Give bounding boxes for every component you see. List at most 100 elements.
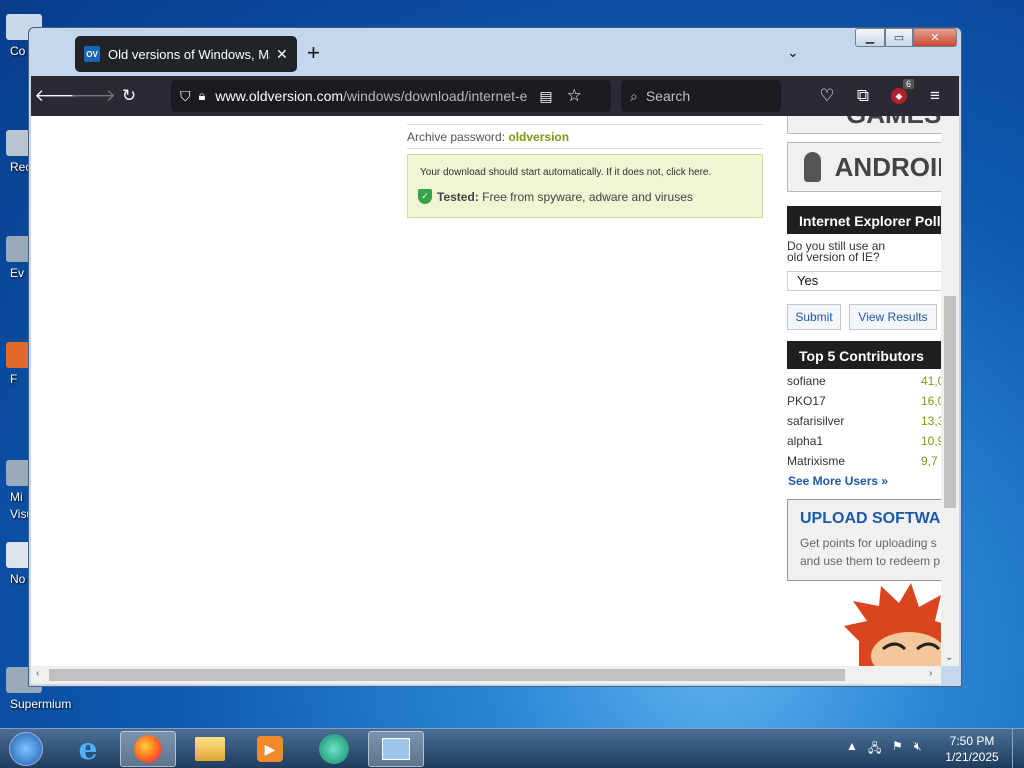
taskbar-internet-explorer[interactable]: e [60,731,116,767]
poll-title: Internet Explorer Poll [787,206,941,234]
taskbar-media-player[interactable]: ▶ [242,731,298,767]
clock[interactable]: 7:50 PM 1/21/2025 [944,733,1000,765]
pocket-icon[interactable]: ♡ [813,76,841,116]
bookmark-star-icon[interactable]: ☆ [567,86,582,106]
app-icon [319,734,349,764]
contributor-points: 41,0 [921,374,941,388]
windows-orb-icon [9,732,43,766]
action-center-flag-icon[interactable]: ⚑ [892,739,903,753]
new-tab-button[interactable]: + [307,42,320,64]
forward-arrow-icon[interactable]: 🡒 [70,76,116,116]
contributor-row: alpha1 10,9 [787,434,941,450]
taskbar-explorer[interactable] [182,731,238,767]
media-player-icon: ▶ [257,736,283,762]
vertical-scrollbar[interactable]: ⌄ [941,116,959,666]
folder-icon [195,737,225,761]
ublock-extension-icon[interactable]: ◆ 6 [885,76,915,116]
scroll-left-arrow-icon[interactable]: ‹ [36,668,39,679]
tested-line: ✓ Tested: Free from spyware, adware and … [418,189,693,204]
firefox-icon [134,735,162,763]
scroll-down-arrow-icon[interactable]: ⌄ [945,652,953,663]
search-box[interactable]: ⌕ Search [621,80,781,112]
contributor-name[interactable]: safarisilver [787,414,844,428]
download-message[interactable]: Your download should start automatically… [420,167,711,178]
upload-software-box[interactable]: UPLOAD SOFTWARE Get points for uploading… [787,499,941,581]
download-notice: Your download should start automatically… [407,154,763,218]
divider [407,124,763,125]
desktop-icon-label: Supermium [10,697,72,711]
archive-password: Archive password: oldversion [407,130,570,144]
submit-button[interactable]: Submit [787,304,841,330]
extensions-puzzle-icon[interactable]: ⧉ [849,76,877,116]
sidebar: GAMES ANDROID Internet Explorer Poll Do … [787,116,941,666]
see-more-users-link[interactable]: See More Users » [788,474,888,488]
contributor-row: PKO17 16,0 [787,394,941,410]
scroll-right-arrow-icon[interactable]: › [929,668,932,679]
desktop-icon-label: F [10,372,18,386]
contributor-name[interactable]: Matrixisme [787,454,845,468]
contributor-row: sofiane 41,0 [787,374,941,390]
browser-window: ▁ ▭ ✕ OV Old versions of Windows, Mac ✕ … [28,27,962,687]
tab-bar: OV Old versions of Windows, Mac ✕ + ⌄ [31,32,959,76]
contributor-points: 9,7 [921,454,938,468]
reader-view-icon[interactable]: ▤ [539,88,552,105]
navigation-toolbar: 🡐 🡒 ↻ ⛉ 🔒︎ www.oldversion.com/windows/do… [31,76,959,116]
contributor-name[interactable]: PKO17 [787,394,826,408]
poll-question: Do you still use an old version of IE? [787,239,886,264]
vertical-scrollbar-thumb[interactable] [944,296,956,508]
upload-title: UPLOAD SOFTWARE [800,510,941,527]
desktop-icon-label: No [10,572,26,586]
poll-option-yes[interactable]: Yes [787,271,941,291]
back-arrow-icon[interactable]: 🡐 [34,76,80,116]
desktop-icon-label: Ev [10,266,25,280]
tested-text: Free from spyware, adware and viruses [482,189,693,204]
taskbar-app[interactable] [306,731,362,767]
address-bar[interactable]: ⛉ 🔒︎ www.oldversion.com/windows/download… [171,80,611,112]
start-button[interactable] [2,731,50,767]
contributor-name[interactable]: alpha1 [787,434,823,448]
page-content: Archive password: oldversion Your downlo… [31,116,941,666]
clock-date: 1/21/2025 [945,750,999,764]
taskbar: e ▶ ▲ 🖧 ⚑ 🔇︎ 7:50 PM 1/21/2025 [0,728,1024,768]
search-placeholder: Search [645,88,691,104]
show-desktop-button[interactable] [1012,729,1024,768]
clock-time: 7:50 PM [949,734,995,748]
show-hidden-icons-arrow-icon[interactable]: ▲ [846,739,858,753]
shield-check-icon: ✓ [418,189,432,204]
network-icon[interactable]: 🖧 [868,739,881,760]
reload-icon[interactable]: ↻ [115,76,143,116]
internet-explorer-icon: e [78,731,98,767]
android-banner[interactable]: ANDROID [787,142,941,192]
taskbar-firefox[interactable] [120,731,176,767]
contributors-title: Top 5 Contributors [787,341,941,369]
hamburger-menu-icon[interactable]: ≡ [921,76,949,116]
search-icon: ⌕ [630,87,638,104]
tab-title: Old versions of Windows, Mac [108,46,270,62]
list-all-tabs-chevron-icon[interactable]: ⌄ [787,44,799,61]
close-tab-icon[interactable]: ✕ [276,46,288,63]
divider [407,148,763,149]
contributor-row: safarisilver 13,3 [787,414,941,430]
contributor-row: Matrixisme 9,7 [787,454,941,470]
android-robot-icon [804,152,821,182]
horizontal-scrollbar[interactable]: ‹ › [31,666,941,684]
desktop-icon-label: Co [10,44,26,58]
url-text: www.oldversion.com/windows/download/inte… [215,88,528,104]
padlock-icon[interactable]: 🔒︎ [199,88,206,104]
games-banner[interactable]: GAMES [787,116,941,134]
archive-password-value: oldversion [508,130,570,144]
volume-muted-icon[interactable]: 🔇︎ [914,739,922,754]
control-panel-icon [382,738,410,760]
upload-description: Get points for uploading s and use them t… [800,536,941,568]
contributor-points: 16,0 [921,394,941,408]
extension-badge: 6 [903,79,915,89]
tracking-protection-shield-icon[interactable]: ⛉ [180,88,191,105]
view-results-button[interactable]: View Results [849,304,937,330]
mascot-illustration [844,583,941,666]
contributor-name[interactable]: sofiane [787,374,826,388]
tab-oldversion[interactable]: OV Old versions of Windows, Mac ✕ [75,36,297,72]
taskbar-control-panel[interactable] [368,731,424,767]
contributor-points: 10,9 [921,434,941,448]
contributor-points: 13,3 [921,414,941,428]
horizontal-scrollbar-thumb[interactable] [49,669,845,681]
